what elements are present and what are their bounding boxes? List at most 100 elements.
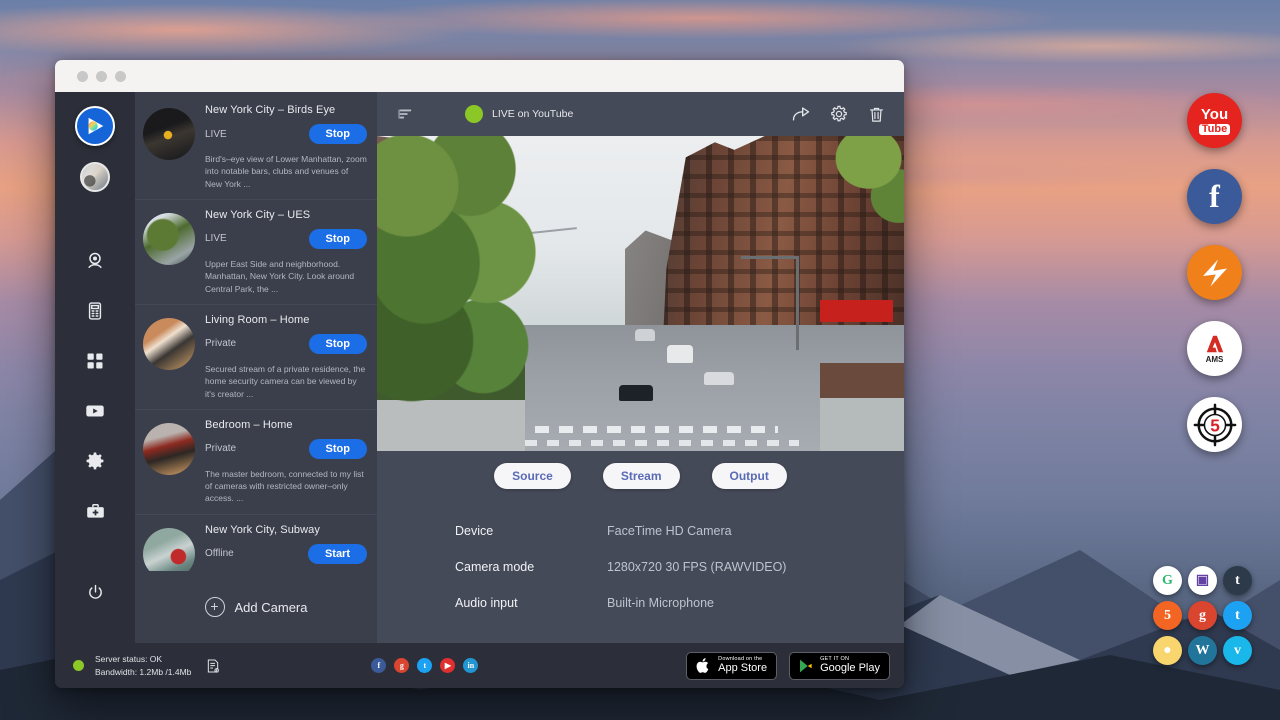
dock-icon-adobe-ams[interactable]: AMS [1187, 321, 1242, 376]
apple-icon [695, 656, 712, 675]
status-bar: Server status: OK Bandwidth: 1.2Mb /1.4M… [55, 643, 904, 688]
dock-icon-facebook[interactable]: f [1187, 169, 1242, 224]
social-youtube-icon[interactable]: ▶ [440, 658, 455, 673]
camera-toggle-button[interactable]: Stop [309, 334, 367, 354]
camera-list-item[interactable]: New York City, SubwayOfflineStartNew Yor… [135, 515, 377, 571]
camera-description: Secured stream of a private residence, t… [205, 363, 367, 400]
desktop-icon-twitter[interactable]: t [1223, 601, 1252, 630]
add-camera-button[interactable]: + Add Camera [135, 571, 377, 643]
setting-value[interactable]: Built-in Microphone [607, 596, 714, 610]
share-button[interactable] [791, 104, 811, 124]
desktop-icon-livestream[interactable]: 5 [1153, 601, 1182, 630]
dock-icon-youtube[interactable]: You Tube [1187, 93, 1242, 148]
adobe-icon [1203, 333, 1227, 355]
server-status-line: Server status: OK [95, 653, 191, 665]
video-awning [820, 300, 894, 322]
list-filter-icon[interactable] [377, 106, 433, 123]
window-close-button[interactable] [77, 71, 88, 82]
desktop-dock: You Tube f AMS 5 [1187, 93, 1242, 452]
window-maximize-button[interactable] [115, 71, 126, 82]
plus-circle-icon: + [205, 597, 225, 617]
desktop-icon-wordpress[interactable]: W [1188, 636, 1217, 665]
setting-value[interactable]: 1280x720 30 FPS (RAWVIDEO) [607, 560, 786, 574]
camera-toggle-button[interactable]: Stop [309, 229, 367, 249]
live-status-indicator: LIVE on YouTube [465, 105, 573, 123]
settings-button[interactable] [829, 104, 849, 124]
social-googleplus-icon[interactable]: g [394, 658, 409, 673]
video-preview[interactable] [377, 136, 904, 451]
social-twitter-icon[interactable]: t [417, 658, 432, 673]
social-linkedin-icon[interactable]: in [463, 658, 478, 673]
user-avatar[interactable] [80, 162, 110, 192]
camera-toggle-button[interactable]: Stop [309, 124, 367, 144]
video-car-2 [704, 372, 734, 385]
sidebar-item-power[interactable] [70, 567, 120, 617]
camera-description: Upper East Side and neighborhood. Manhat… [205, 258, 367, 295]
camera-list[interactable]: New York City – Birds EyeLIVEStopBird's–… [135, 92, 377, 571]
camera-list-item[interactable]: New York City – UESLIVEStopUpper East Si… [135, 200, 377, 305]
camera-status: Private [205, 443, 236, 454]
camera-list-item[interactable]: New York City – Birds EyeLIVEStopBird's–… [135, 95, 377, 200]
sidebar-item-device[interactable] [70, 286, 120, 336]
desktop-icon-flickr[interactable]: ● [1153, 636, 1182, 665]
desktop-icon-groups[interactable]: G [1153, 566, 1182, 595]
dock-icon-target-5[interactable]: 5 [1187, 397, 1242, 452]
setting-row: DeviceFaceTime HD Camera [455, 513, 904, 549]
video-truck [635, 329, 655, 341]
desktop-icon-vimeo[interactable]: v [1223, 636, 1252, 665]
desktop-icon-tumblr[interactable]: t [1223, 566, 1252, 595]
play-icon [798, 657, 814, 675]
setting-row: Camera mode1280x720 30 FPS (RAWVIDEO) [455, 549, 904, 585]
sidebar-item-support[interactable] [70, 486, 120, 536]
dock-icon-ustream[interactable] [1187, 245, 1242, 300]
setting-label: Camera mode [455, 560, 607, 574]
store-badge-bottom: App Store [718, 663, 767, 674]
desktop-icon-googleplus[interactable]: g [1188, 601, 1217, 630]
camera-thumbnail[interactable] [143, 528, 195, 571]
camera-thumbnail[interactable] [143, 108, 195, 160]
setting-row: Audio inputBuilt-in Microphone [455, 585, 904, 621]
log-document-icon[interactable] [205, 658, 221, 674]
delete-button[interactable] [867, 105, 886, 124]
camera-thumbnail[interactable] [143, 318, 195, 370]
video-van [667, 345, 693, 363]
store-badges: Download on theApp Store GET IT ONGoogle … [686, 652, 890, 680]
device-icon [85, 301, 105, 321]
google-play-badge[interactable]: GET IT ONGoogle Play [789, 652, 890, 680]
social-facebook-icon[interactable]: f [371, 658, 386, 673]
camera-thumbnail[interactable] [143, 423, 195, 475]
tab-output[interactable]: Output [712, 463, 787, 489]
camera-status: Offline [205, 548, 234, 559]
social-links[interactable]: fgt ▶ in [371, 658, 478, 673]
trash-icon [867, 105, 886, 124]
setting-label: Audio input [455, 596, 607, 610]
gear-icon [85, 451, 105, 471]
sidebar-item-settings[interactable] [70, 436, 120, 486]
toolbar: LIVE on YouTube [377, 92, 904, 136]
sidebar-item-video[interactable] [70, 386, 120, 436]
camera-toggle-button[interactable]: Stop [309, 439, 367, 459]
live-status-dot [465, 105, 483, 123]
camera-list-item[interactable]: Bedroom – HomePrivateStopThe master bedr… [135, 410, 377, 515]
camera-status: LIVE [205, 233, 227, 244]
camera-status: LIVE [205, 129, 227, 140]
tab-stream[interactable]: Stream [603, 463, 680, 489]
store-badge-bottom: Google Play [820, 663, 880, 674]
video-right-sidewalk [820, 363, 904, 451]
camera-status: Private [205, 338, 236, 349]
app-logo[interactable] [75, 106, 115, 146]
sidebar-item-apps[interactable] [70, 336, 120, 386]
camera-list-item[interactable]: Living Room – HomePrivateStopSecured str… [135, 305, 377, 410]
sidebar-item-webcam[interactable] [70, 236, 120, 286]
camera-thumbnail[interactable] [143, 213, 195, 265]
window-title-bar [55, 60, 904, 92]
video-traffic-arm [741, 256, 799, 259]
app-store-badge[interactable]: Download on theApp Store [686, 652, 777, 680]
camera-description: The master bedroom, connected to my list… [205, 468, 367, 505]
tab-source[interactable]: Source [494, 463, 571, 489]
window-minimize-button[interactable] [96, 71, 107, 82]
desktop-icon-twitch[interactable]: ▣ [1188, 566, 1217, 595]
setting-value[interactable]: FaceTime HD Camera [607, 524, 732, 538]
camera-toggle-button[interactable]: Start [308, 544, 367, 564]
list-filter-glyph [397, 106, 414, 123]
